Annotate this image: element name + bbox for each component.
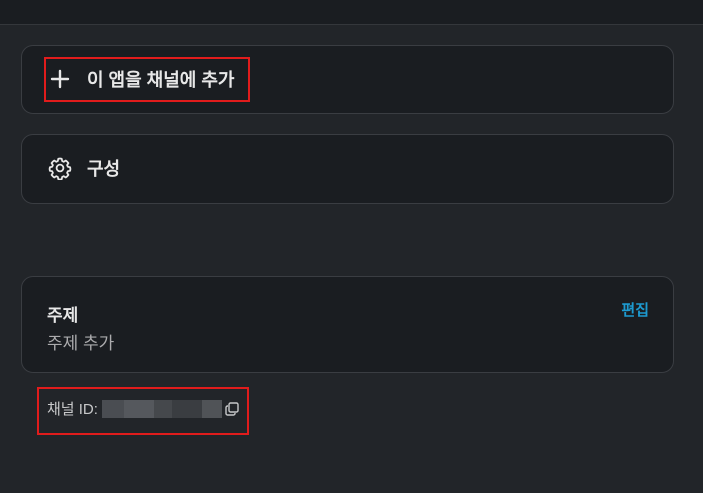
- configuration-button[interactable]: 구성: [47, 155, 120, 181]
- plus-icon: [47, 66, 73, 92]
- topic-card: 주제 주제 추가 편집: [21, 276, 674, 373]
- channel-id-value-redacted: [101, 399, 222, 418]
- add-app-label: 이 앱을 채널에 추가: [87, 70, 235, 90]
- configuration-card[interactable]: 구성: [21, 134, 674, 204]
- channel-id-row: 채널 ID:: [47, 398, 240, 419]
- topic-title: 주제: [47, 306, 79, 325]
- channel-id-label: 채널 ID:: [47, 401, 98, 418]
- configuration-label: 구성: [87, 159, 121, 179]
- add-topic-placeholder[interactable]: 주제 추가: [47, 329, 114, 354]
- edit-topic-link[interactable]: 편집: [621, 299, 649, 320]
- gear-icon: [47, 155, 73, 181]
- top-bar: [0, 0, 703, 25]
- add-app-to-channel-button[interactable]: 이 앱을 채널에 추가: [47, 66, 234, 92]
- copy-icon[interactable]: [224, 401, 240, 417]
- add-app-to-channel-card[interactable]: 이 앱을 채널에 추가: [21, 45, 674, 114]
